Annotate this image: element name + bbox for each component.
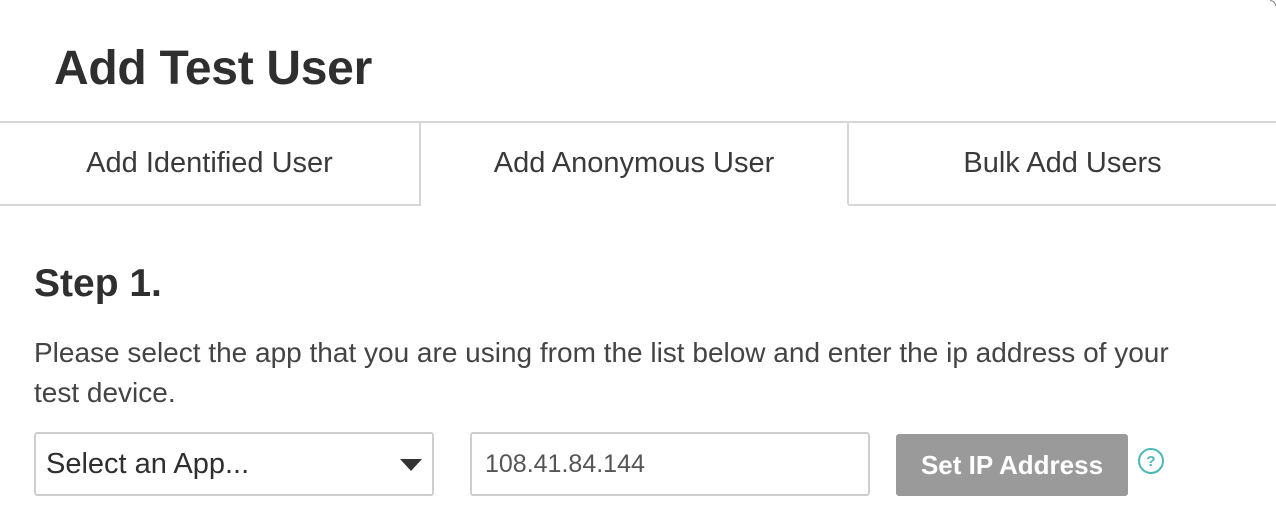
question-icon[interactable]: ? <box>1138 448 1164 474</box>
tab-bar: Add Identified User Add Anonymous User B… <box>0 121 1276 206</box>
step-heading: Step 1. <box>34 262 162 305</box>
tab-add-anonymous-user[interactable]: Add Anonymous User <box>421 123 849 206</box>
ip-address-input[interactable] <box>470 432 870 496</box>
app-select-value: Select an App... <box>46 447 250 480</box>
chevron-down-icon <box>400 459 422 471</box>
tab-bulk-add-users[interactable]: Bulk Add Users <box>849 123 1276 206</box>
step-description: Please select the app that you are using… <box>34 337 1169 408</box>
add-test-user-dialog: Add Test User Add Identified User Add An… <box>0 0 1276 530</box>
set-ip-address-button[interactable]: Set IP Address <box>896 434 1128 496</box>
dialog-title: Add Test User <box>54 42 372 95</box>
app-select[interactable]: Select an App... <box>34 432 434 496</box>
tab-add-identified-user[interactable]: Add Identified User <box>0 123 421 206</box>
dialog-corner <box>1270 0 1276 6</box>
